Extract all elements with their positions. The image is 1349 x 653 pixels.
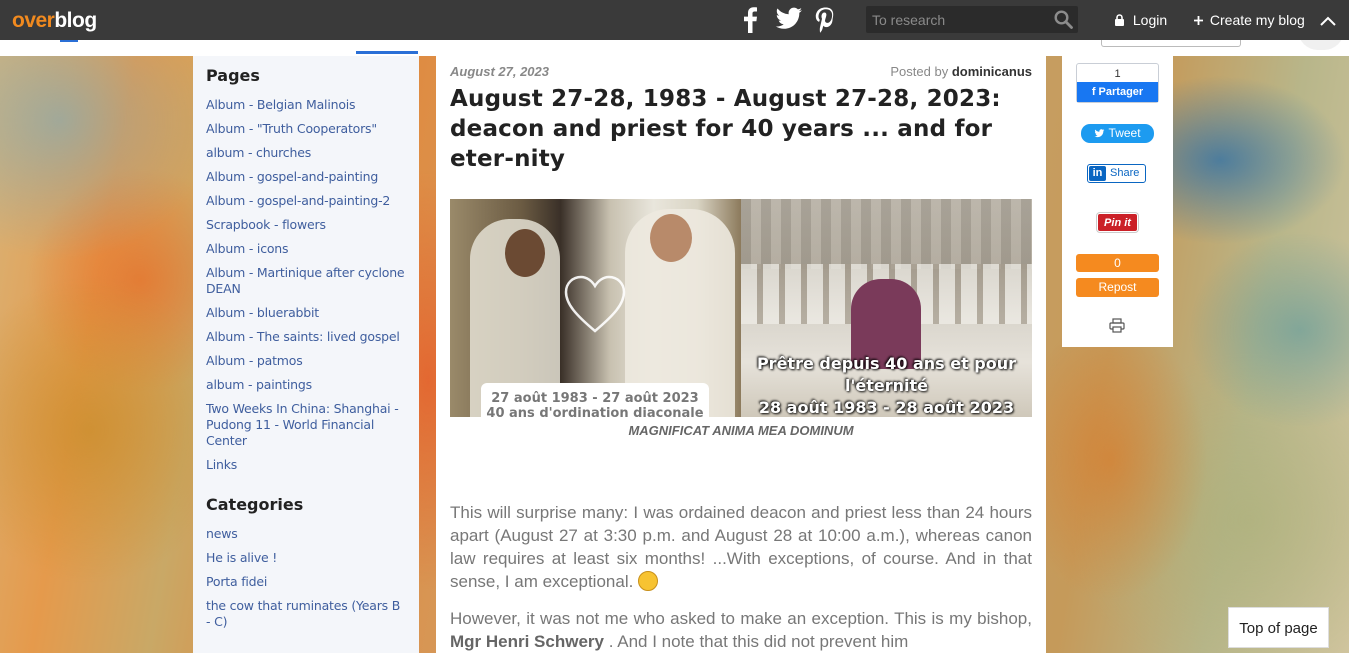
post-date: August 27, 2023 (450, 64, 549, 79)
article-image[interactable]: 27 août 1983 - 27 août 2023 40 ans d'ord… (450, 199, 1032, 417)
search-box (866, 6, 1078, 33)
page-link[interactable]: album - churches (206, 145, 406, 161)
category-link[interactable]: He is alive ! (206, 550, 406, 566)
accent-line (60, 40, 78, 42)
twitter-icon[interactable] (775, 7, 803, 33)
facebook-share-count: 1 (1114, 68, 1121, 80)
posted-by: Posted by dominicanus (890, 64, 1032, 79)
page-link[interactable]: Album - Belgian Malinois (206, 97, 406, 113)
search-input[interactable] (866, 6, 1046, 33)
twitter-icon (1094, 126, 1108, 140)
article-body: This will surprise many: I was ordained … (450, 501, 1032, 653)
article-paragraph: However, it was not me who asked to make… (450, 609, 1032, 651)
plus-icon (1194, 12, 1207, 28)
image-figure (650, 214, 692, 262)
pinterest-icon[interactable] (815, 7, 835, 33)
linkedin-share-button[interactable]: in Share (1087, 164, 1146, 183)
linkedin-icon: in (1089, 166, 1106, 181)
laughing-emoji-icon (638, 571, 659, 591)
page-link[interactable]: Links (206, 457, 406, 473)
author-link[interactable]: dominicanus (952, 64, 1032, 79)
page-link[interactable]: Album - bluerabbit (206, 305, 406, 321)
page-link[interactable]: Two Weeks In China: Shanghai - Pudong 11… (206, 401, 406, 449)
top-of-page-button[interactable]: Top of page (1228, 607, 1329, 648)
chevron-up-icon[interactable] (1320, 13, 1336, 31)
categories-list: news He is alive ! Porta fidei the cow t… (206, 526, 406, 630)
image-caption-right: Prêtre depuis 40 ans et pour l'éternité … (756, 354, 1017, 417)
image-figure (741, 199, 1032, 269)
pinterest-pin-button[interactable]: Pin it (1097, 213, 1138, 232)
pages-heading: Pages (206, 66, 260, 85)
create-blog-link[interactable]: Create my blog (1194, 12, 1305, 28)
facebook-share-label: f Partager (1077, 82, 1158, 102)
page-link[interactable]: Album - patmos (206, 353, 406, 369)
top-bar: overblog Login Create my blog (0, 0, 1349, 40)
article-paragraph: This will surprise many: I was ordained … (450, 503, 1032, 591)
pages-list: Album - Belgian Malinois Album - "Truth … (206, 97, 406, 473)
repost-count: 0 (1076, 254, 1159, 272)
login-link[interactable]: Login (1114, 12, 1167, 28)
article: August 27, 2023 Posted by dominicanus Au… (436, 56, 1046, 653)
print-icon[interactable] (1109, 318, 1125, 338)
select-box-edge[interactable] (1101, 40, 1241, 47)
page-link[interactable]: album - paintings (206, 377, 406, 393)
category-link[interactable]: news (206, 526, 406, 542)
article-meta: August 27, 2023 Posted by dominicanus (450, 64, 1032, 80)
page-link[interactable]: Album - gospel-and-painting-2 (206, 193, 406, 209)
heart-icon (562, 273, 628, 340)
page-link[interactable]: Album - gospel-and-painting (206, 169, 406, 185)
tweet-button[interactable]: Tweet (1081, 124, 1154, 143)
page-link[interactable]: Scrapbook - flowers (206, 217, 406, 233)
page-link[interactable]: Album - icons (206, 241, 406, 257)
page-link[interactable]: Album - The saints: lived gospel (206, 329, 406, 345)
overblog-logo[interactable]: overblog (12, 9, 97, 33)
sidebar: Pages Album - Belgian Malinois Album - "… (193, 56, 419, 653)
image-figure (505, 229, 545, 277)
category-link[interactable]: the cow that ruminates (Years B - C) (206, 598, 406, 630)
nav-strip (0, 30, 1349, 56)
facebook-share-button[interactable]: 1 f Partager (1076, 63, 1159, 103)
share-panel: 1 f Partager Tweet in Share Pin it 0 Rep… (1062, 56, 1173, 347)
categories-heading: Categories (206, 495, 304, 514)
search-icon[interactable] (1054, 10, 1073, 34)
bishop-name: Mgr Henri Schwery (450, 632, 604, 651)
category-link[interactable]: Porta fidei (206, 574, 406, 590)
facebook-icon: f (1091, 86, 1099, 98)
repost-button[interactable]: Repost (1076, 278, 1159, 297)
lock-icon (1114, 12, 1129, 28)
figure-caption: MAGNIFICAT ANIMA MEA DOMINUM (628, 423, 854, 438)
image-caption-left: 27 août 1983 - 27 août 2023 40 ans d'ord… (481, 383, 709, 417)
active-tab-indicator (356, 51, 418, 54)
page-link[interactable]: Album - Martinique after cyclone DEAN (206, 265, 406, 297)
facebook-icon[interactable] (742, 7, 758, 33)
page-link[interactable]: Album - "Truth Cooperators" (206, 121, 406, 137)
article-title: August 27-28, 1983 - August 27-28, 2023:… (450, 86, 1001, 172)
